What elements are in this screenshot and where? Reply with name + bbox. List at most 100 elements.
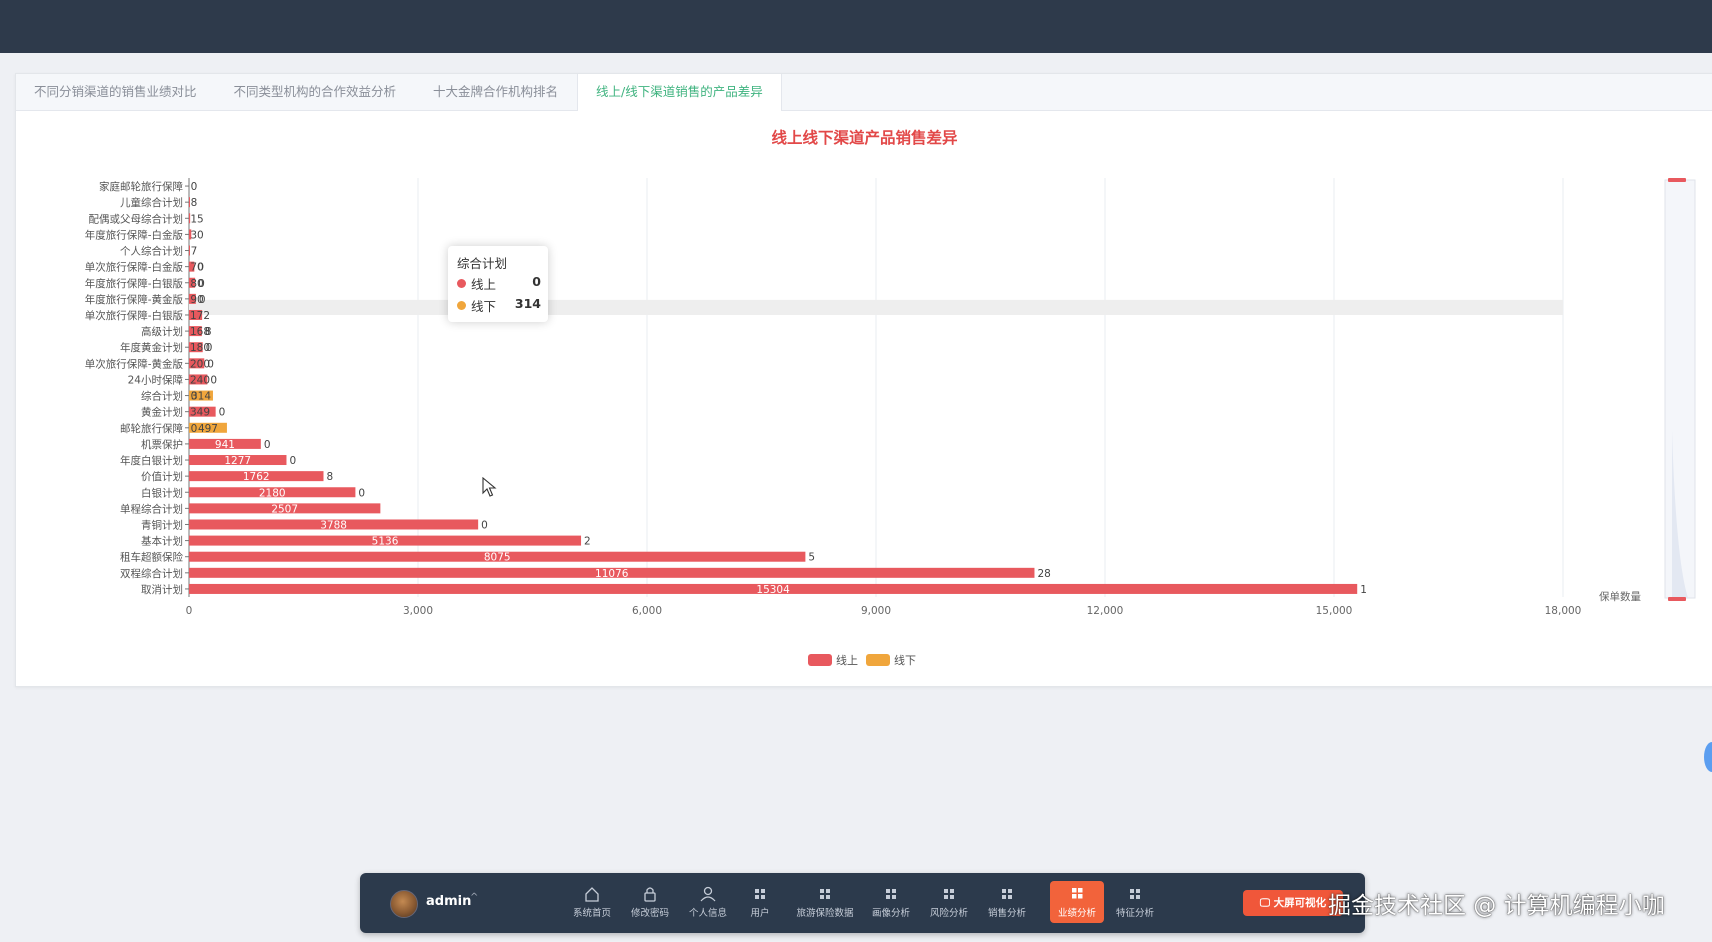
nav-change-password[interactable]: 修改密码 (626, 881, 674, 923)
bar-online-value-label: 941 (215, 439, 235, 451)
x-tick-label: 18,000 (1545, 605, 1582, 617)
nav-travel-insurance-data-label: 旅游保险数据 (796, 908, 854, 919)
bar-offline-value-label: 1 (1360, 584, 1367, 596)
x-tick-label: 0 (186, 605, 193, 617)
nav-profile-analysis[interactable]: 画像分析 (868, 881, 914, 923)
bar-offline-value-label: 28 (1037, 568, 1050, 580)
nav-risk-analysis-label: 风险分析 (929, 908, 968, 919)
y-category-label: 24小时保障 (128, 373, 184, 386)
x-tick-label: 12,000 (1087, 605, 1124, 617)
bar-offline-value-label: 0 (289, 455, 296, 467)
bigscreen-label: 大屏可视化 (1273, 897, 1327, 909)
x-tick-label: 9,000 (861, 605, 891, 617)
tooltip-row-online: 线上 0 (457, 274, 541, 292)
nav-home-label: 系统首页 (572, 908, 611, 919)
bar-offline-value-label: 8 (326, 471, 333, 483)
nav-change-password-label: 修改密码 (630, 908, 669, 919)
bar-online-value-label: 0 (191, 181, 198, 193)
nav-performance-analysis[interactable]: 业绩分析 (1050, 881, 1104, 923)
y-category-label: 租车超额保险 (120, 551, 183, 564)
y-category-label: 年度白银计划 (120, 454, 183, 467)
offline-dot-icon (457, 301, 466, 310)
nav-sales-analysis[interactable]: 销售分析 (984, 881, 1030, 923)
bar-online-value-label: 1277 (224, 455, 251, 467)
nav-performance-analysis-label: 业绩分析 (1057, 908, 1096, 919)
y-category-label: 配偶或父母综合计划 (89, 212, 184, 225)
bar-offline-value-label: 0 (206, 342, 213, 354)
bar-online-value-label: 5136 (372, 536, 399, 548)
y-category-label: 高级计划 (141, 325, 183, 338)
bar-offline-value-label: 2 (584, 536, 591, 548)
floating-action-button[interactable] (1704, 742, 1712, 772)
y-category-label: 白银计划 (141, 486, 183, 499)
y-category-label: 价值计划 (141, 470, 183, 483)
bar-online-value-label: 3788 (320, 519, 347, 531)
username[interactable]: admin (426, 894, 471, 909)
bar-offline-value-label: 8 (205, 326, 212, 338)
legend-offline-label: 线下 (894, 653, 916, 667)
home-icon (585, 887, 599, 902)
bar-online-value-label: 2180 (259, 487, 286, 499)
nav-sales-analysis-label: 销售分析 (987, 908, 1026, 919)
legend-offline-swatch (866, 654, 890, 666)
y-category-label: 年度旅行保障-白金版 (85, 228, 184, 241)
tooltip-offline-value: 314 (514, 296, 541, 311)
grid-icon (1002, 889, 1012, 899)
y-category-label: 单次旅行保障-白银版 (85, 309, 184, 322)
y-category-label: 综合计划 (141, 390, 183, 403)
nav-profile-label: 个人信息 (688, 908, 727, 919)
bar-offline-value-label: 0 (198, 278, 205, 290)
y-category-label: 单次旅行保障-白金版 (85, 261, 184, 274)
bar-online-value-label: 2507 (271, 503, 298, 515)
bar-online-value-label: 30 (190, 229, 203, 241)
bar-online-value-label: 8 (191, 197, 198, 209)
nav-travel-insurance-data[interactable]: 旅游保险数据 (794, 881, 856, 923)
legend-online-label: 线上 (836, 653, 858, 667)
x-tick-label: 3,000 (403, 605, 433, 617)
chevron-up-icon[interactable]: ^ (470, 892, 478, 903)
bar-offline-value-label: 0 (199, 294, 206, 306)
grid-icon (820, 889, 830, 899)
bar-online-value-label: 11076 (595, 568, 629, 580)
nav-profile-analysis-label: 画像分析 (871, 908, 910, 919)
bar-offline-value-label: 314 (191, 391, 211, 403)
nav-feature-analysis-label: 特征分析 (1115, 908, 1154, 919)
y-category-label: 个人综合计划 (120, 245, 183, 258)
y-category-label: 机票保护 (141, 438, 183, 451)
bar-online-value-label: 1762 (243, 471, 270, 483)
bar-offline-value-label: 0 (197, 262, 204, 274)
x-tick-label: 6,000 (632, 605, 662, 617)
y-category-label: 单次旅行保障-黄金版 (85, 357, 184, 370)
bar-offline-value-label: 0 (219, 407, 226, 419)
y-category-label: 取消计划 (141, 583, 183, 596)
nav-users[interactable]: 用户 (740, 881, 780, 923)
bar-online-value-label: 15304 (756, 584, 790, 596)
y-category-label: 黄金计划 (141, 406, 183, 419)
grid-icon (944, 889, 954, 899)
nav-profile[interactable]: 个人信息 (684, 881, 732, 923)
nav-feature-analysis[interactable]: 特征分析 (1112, 881, 1158, 923)
bar-online-value-label: 7 (191, 246, 198, 258)
avatar[interactable] (390, 890, 418, 918)
bar-online-value-label: 172 (190, 310, 210, 322)
y-category-label: 基本计划 (141, 535, 183, 548)
bar-online-value-label: 349 (190, 407, 210, 419)
nav-home[interactable]: 系统首页 (568, 881, 616, 923)
bar-offline-value-label: 5 (808, 552, 815, 564)
zoom-handle-top (1668, 178, 1686, 182)
y-category-label: 年度旅行保障-黄金版 (85, 293, 184, 306)
chart-tooltip: 综合计划 线上 0 线下 314 (448, 246, 548, 322)
nav-risk-analysis[interactable]: 风险分析 (926, 881, 972, 923)
bar-chart: 0 3,000 6,000 9,000 12,000 15,000 18,000 保单数量 家庭… (85, 178, 1696, 667)
nav-users-label: 用户 (750, 908, 770, 919)
bottom-dock: admin ^ 系统首页 修改密码 个人信息 用户 旅游保险数据 画像分析 风险… (360, 873, 1365, 933)
bar-online-value-label: 0 (191, 423, 198, 435)
monitor-icon: 🖵 (1259, 897, 1274, 909)
zoom-handle-bottom (1668, 597, 1686, 601)
grid-icon (1072, 888, 1083, 899)
tooltip-row-offline: 线下 314 (457, 296, 541, 314)
lock-icon (644, 887, 656, 902)
y-category-label: 家庭邮轮旅行保障 (99, 180, 183, 193)
user-icon (700, 886, 716, 902)
bar-online-value-label: 240 (190, 374, 210, 386)
